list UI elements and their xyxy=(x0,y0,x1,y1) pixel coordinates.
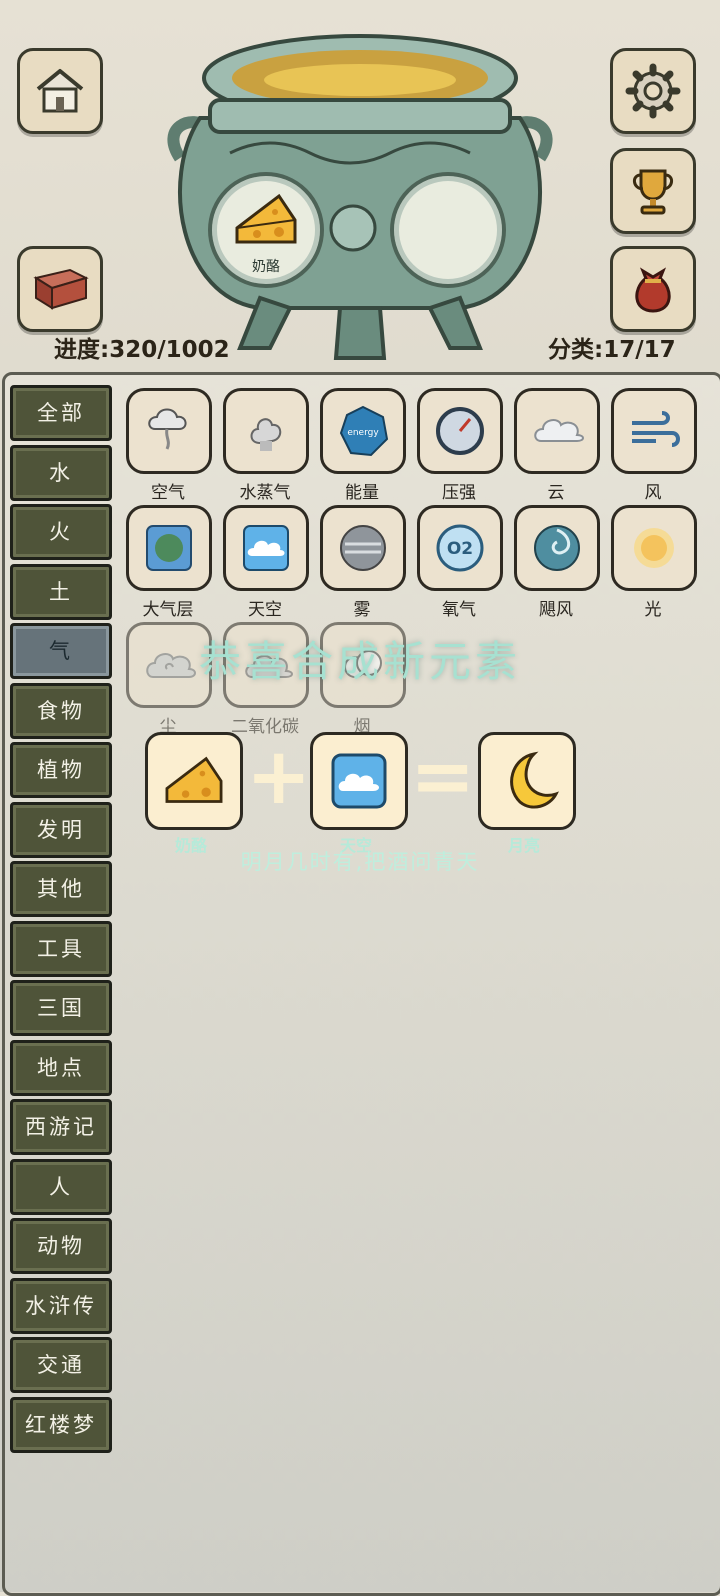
cheese-icon xyxy=(165,756,223,803)
element-name: 氧气 xyxy=(442,600,476,620)
air-icon xyxy=(148,408,187,450)
tab-13[interactable]: 人 xyxy=(10,1158,112,1215)
pressure-gauge-icon xyxy=(436,407,484,455)
element-6[interactable]: 大气层 xyxy=(126,505,212,620)
element-icon-box xyxy=(126,505,212,591)
element-name: 雾 xyxy=(353,600,371,620)
treasure-bag-icon xyxy=(635,267,671,313)
tab-10[interactable]: 三国 xyxy=(10,980,112,1036)
home-button[interactable] xyxy=(17,48,103,134)
element-icon-box xyxy=(223,388,309,474)
light-icon xyxy=(634,528,674,568)
settings-button[interactable] xyxy=(610,48,696,134)
element-name: 光 xyxy=(644,600,662,620)
element-icon-box xyxy=(514,505,600,591)
book-icon xyxy=(33,268,89,310)
element-icon-box xyxy=(223,505,309,591)
element-name: 水蒸气 xyxy=(239,483,291,503)
tab-2[interactable]: 火 xyxy=(10,504,112,560)
element-5[interactable]: 风 xyxy=(611,388,697,503)
element-3[interactable]: 压强 xyxy=(417,388,503,503)
progress-counter: 进度:320/1002 xyxy=(54,337,230,363)
element-1[interactable]: 水蒸气 xyxy=(223,388,309,503)
element-icon-box xyxy=(611,388,697,474)
recipe-result xyxy=(478,732,576,830)
tab-0[interactable]: 全部 xyxy=(10,385,112,441)
element-name: 天空 xyxy=(248,600,282,620)
tab-15[interactable]: 水浒传 xyxy=(10,1277,112,1334)
element-name: 大气层 xyxy=(142,600,194,620)
element-name: 风 xyxy=(644,483,662,503)
steam-icon xyxy=(250,418,282,451)
element-9[interactable]: O2 氧气 xyxy=(417,505,503,620)
element-icon-box xyxy=(611,505,697,591)
svg-text:energy: energy xyxy=(347,428,379,438)
element-11[interactable]: 光 xyxy=(611,505,697,620)
oxygen-icon: O2 xyxy=(436,524,484,572)
equals-sign: = xyxy=(410,732,476,822)
wind-icon xyxy=(632,411,680,447)
moon-icon xyxy=(510,751,559,809)
tab-6[interactable]: 植物 xyxy=(10,742,112,798)
cauldron xyxy=(167,34,553,360)
element-7[interactable]: 天空 xyxy=(223,505,309,620)
trophy-icon xyxy=(633,169,673,215)
fog-icon xyxy=(340,525,386,571)
tab-14[interactable]: 动物 xyxy=(10,1218,112,1274)
hurricane-icon xyxy=(534,525,580,571)
tab-16[interactable]: 交通 xyxy=(10,1337,112,1393)
tab-9[interactable]: 工具 xyxy=(10,920,112,977)
tab-5[interactable]: 食物 xyxy=(10,682,112,739)
category-counter: 分类:17/17 xyxy=(548,337,676,363)
plus-sign: + xyxy=(246,732,312,822)
sky-icon xyxy=(331,753,387,809)
recipe-input-1 xyxy=(145,732,243,830)
energy-icon: energy xyxy=(339,405,389,457)
element-8[interactable]: 雾 xyxy=(320,505,406,620)
tab-1[interactable]: 水 xyxy=(10,444,112,501)
bag-button[interactable] xyxy=(610,246,696,332)
element-icon-box: O2 xyxy=(417,505,503,591)
element-name: 压强 xyxy=(442,483,476,503)
sky-icon xyxy=(243,525,289,571)
cheese-icon xyxy=(235,193,297,244)
poem-text: 明月几时有,把酒问青天 xyxy=(240,850,480,874)
book-button[interactable] xyxy=(17,246,103,332)
tab-17[interactable]: 红楼梦 xyxy=(10,1396,112,1453)
element-2[interactable]: energy 能量 xyxy=(320,388,406,503)
element-4[interactable]: 云 xyxy=(514,388,600,503)
element-name: 云 xyxy=(547,483,565,503)
gear-icon xyxy=(625,63,681,119)
synthesis-title: 恭喜合成新元素 xyxy=(198,637,521,686)
tab-12[interactable]: 西游记 xyxy=(10,1099,112,1155)
element-name: 空气 xyxy=(151,483,185,503)
cloud-icon xyxy=(534,419,584,442)
recipe-input-2 xyxy=(310,732,408,830)
element-icon-box xyxy=(514,388,600,474)
trophy-button[interactable] xyxy=(610,148,696,234)
element-icon-box xyxy=(126,388,212,474)
element-name: 飓风 xyxy=(539,600,573,620)
element-name: 能量 xyxy=(345,483,379,503)
element-10[interactable]: 飓风 xyxy=(514,505,600,620)
svg-text:O2: O2 xyxy=(447,539,473,559)
element-icon-box xyxy=(417,388,503,474)
atmosphere-icon xyxy=(146,525,192,571)
home-icon xyxy=(36,69,84,113)
element-0[interactable]: 空气 xyxy=(126,388,212,503)
cauldron-slot-left[interactable]: 奶酪 xyxy=(208,172,324,288)
tab-11[interactable]: 地点 xyxy=(10,1039,112,1096)
element-icon-box: energy xyxy=(320,388,406,474)
cauldron-slot-right[interactable] xyxy=(390,172,506,288)
slot-left-label: 奶酪 xyxy=(252,259,280,275)
element-icon-box xyxy=(320,505,406,591)
tab-3[interactable]: 土 xyxy=(10,563,112,620)
